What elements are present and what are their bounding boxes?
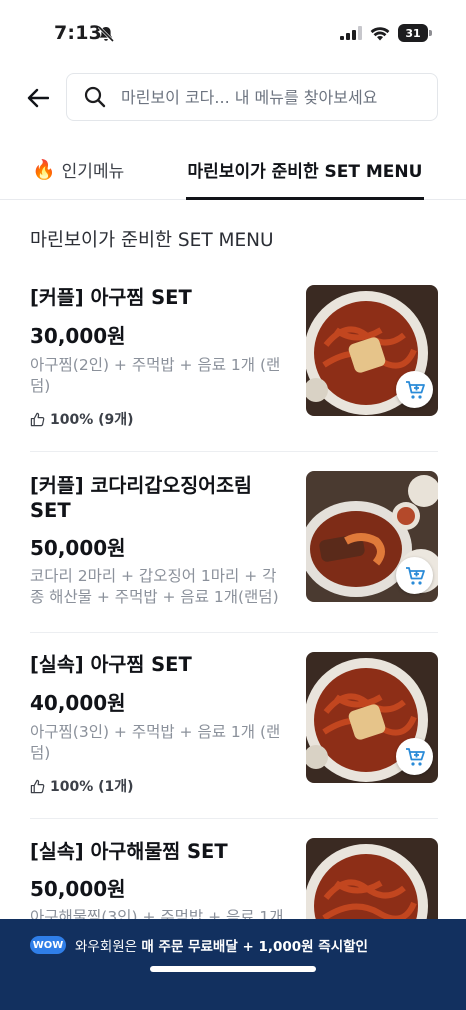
menu-item-name: [커플] 아구찜 SET (30, 286, 192, 309)
tab-popular-menu[interactable]: 🔥 인기메뉴 (32, 140, 124, 199)
promo-text: 와우회원은 매 주문 무료배달 + 1,000원 즉시할인 (75, 935, 368, 955)
search-icon (84, 86, 106, 108)
menu-item-name: [커플] 코다리갑오징어조림 SET (30, 474, 252, 522)
fire-icon: 🔥 (32, 159, 56, 181)
add-to-cart-button[interactable] (396, 371, 433, 408)
menu-tabs: 🔥 인기메뉴 마린보이가 준비한 SET MENU (0, 140, 466, 200)
add-to-cart-button[interactable] (396, 738, 433, 775)
cart-plus-icon (405, 747, 425, 766)
promo-highlight: 매 주문 무료배달 + 1,000원 즉시할인 (141, 939, 368, 955)
menu-item-name: [실속] 아구해물찜 SET (30, 840, 228, 863)
active-tab-indicator (186, 197, 424, 200)
menu-item-price: 30,000원 (30, 324, 126, 348)
tab-set-label: 마린보이가 준비한 SET MENU (187, 162, 423, 182)
menu-item-description: 아구찜(2인) + 주먹밥 + 음료 1개 (랜덤) (30, 356, 281, 395)
rating-text: 100% (9개) (50, 412, 134, 428)
cart-plus-icon (405, 566, 425, 585)
cart-plus-icon (405, 380, 425, 399)
status-bar: 7:13 31 (0, 0, 466, 68)
back-button[interactable] (22, 82, 54, 114)
rating-text: 100% (1개) (50, 779, 134, 795)
wifi-icon (370, 26, 390, 40)
menu-item-description: 아구찜(3인) + 주먹밥 + 음료 1개 (랜덤) (30, 723, 281, 762)
wow-badge: WOW (30, 936, 66, 954)
back-arrow-icon (27, 88, 49, 108)
battery-icon: 31 (398, 24, 432, 42)
section-title: 마린보이가 준비한 SET MENU (30, 230, 274, 251)
tab-set-menu[interactable]: 마린보이가 준비한 SET MENU (186, 140, 424, 200)
menu-item-rating: 100% (1개) (30, 776, 134, 796)
thumbs-up-icon (30, 412, 45, 426)
menu-item-price: 50,000원 (30, 877, 126, 901)
thumbs-up-icon (30, 779, 45, 793)
promo-prefix: 와우회원은 (75, 939, 142, 955)
wow-promo-banner[interactable]: WOW 와우회원은 매 주문 무료배달 + 1,000원 즉시할인 (0, 919, 466, 1010)
menu-item-rating: 100% (9개) (30, 409, 134, 429)
header (0, 73, 466, 121)
divider (30, 818, 438, 819)
menu-item-price: 40,000원 (30, 691, 126, 715)
search-box[interactable] (66, 73, 438, 121)
menu-item-price: 50,000원 (30, 536, 126, 560)
search-input[interactable] (121, 87, 421, 107)
menu-item-description: 코다리 2마리 + 갑오징어 1마리 + 각종 해산물 + 주먹밥 + 음료 1… (30, 567, 279, 606)
add-to-cart-button[interactable] (396, 557, 433, 594)
signal-icon (340, 26, 362, 40)
bell-off-icon (97, 25, 115, 43)
tab-popular-label: 인기메뉴 (61, 162, 125, 182)
divider (30, 632, 438, 633)
status-time: 7:13 (54, 22, 103, 44)
home-indicator[interactable] (150, 966, 316, 972)
status-indicators: 31 (340, 24, 432, 42)
menu-item-name: [실속] 아구찜 SET (30, 653, 192, 676)
divider (30, 451, 438, 452)
